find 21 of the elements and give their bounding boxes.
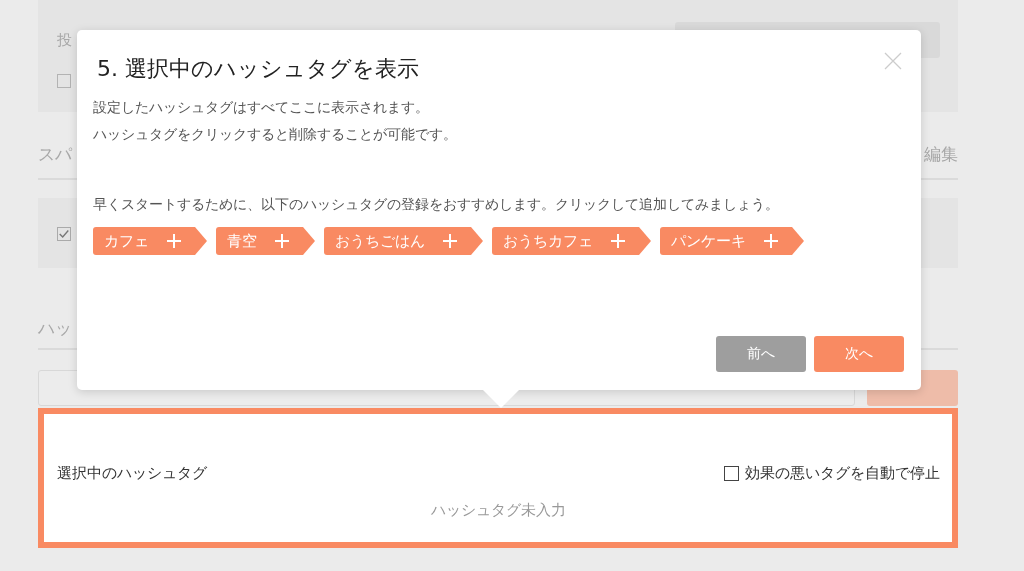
field-label: 投 [57,30,72,50]
plus-icon [611,234,625,248]
edit-link[interactable]: 編集 [924,142,958,166]
recommend-text: 早くスタートするために、以下のハッシュタグの登録をおすすめします。クリックして追加してみましょう。 [93,195,780,213]
plus-icon [764,234,778,248]
checkbox-label: 効果の悪いタグを自動で停止 [745,464,940,483]
section-heading: ハッ [38,316,72,340]
plus-icon [167,234,181,248]
description-text: ハッシュタグをクリックすると削除することが可能です。 [93,125,458,143]
next-button[interactable]: 次へ [814,336,904,372]
checkbox[interactable] [57,227,71,241]
plus-icon [275,234,289,248]
dialog-title: 5. 選択中のハッシュタグを表示 [97,55,419,83]
description-text: 設定したハッシュタグはすべてここに表示されます。 [93,98,430,116]
empty-message: ハッシュタグ未入力 [431,501,566,520]
section-heading: スパ [38,142,72,166]
checkbox[interactable] [724,466,739,481]
plus-icon [443,234,457,248]
previous-button[interactable]: 前へ [716,336,806,372]
checkbox[interactable] [57,74,71,88]
panel-title: 選択中のハッシュタグ [57,464,207,483]
